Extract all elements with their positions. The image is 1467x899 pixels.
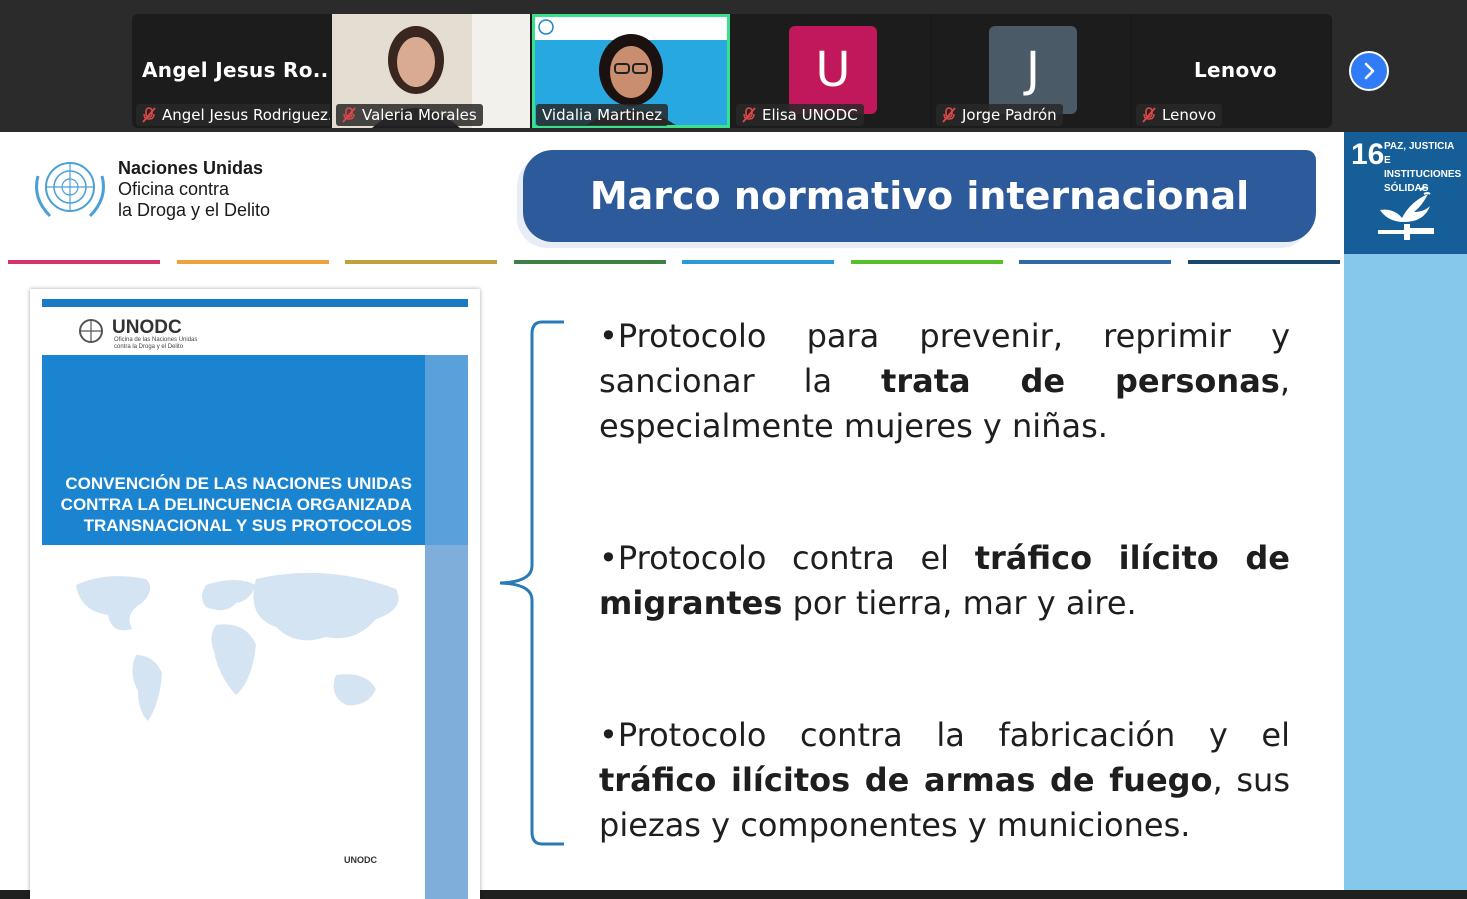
protocol-item: •Protocolo contra el tráfico ilícito de … xyxy=(599,536,1290,626)
org-name: Naciones Unidas Oficina contra la Droga … xyxy=(118,158,270,221)
participant-name: Lenovo xyxy=(1162,106,1217,124)
participant-tile-lenovo[interactable]: Lenovo Lenovo xyxy=(1132,14,1330,128)
participant-display-name: Angel Jesus Ro... xyxy=(142,58,330,82)
sdg-color-segment xyxy=(850,260,1003,264)
sdg-color-segment xyxy=(1187,260,1340,264)
book-brand: UNODC xyxy=(112,317,182,338)
book-footer-brand: UNODC xyxy=(344,855,377,865)
participant-label: Jorge Padrón xyxy=(936,104,1063,126)
participant-tile-vidalia[interactable]: Vidalia Martinez xyxy=(532,14,730,128)
book-brand-sub: Oficina de las Naciones Unidas contra la… xyxy=(114,337,197,351)
participant-tile-valeria[interactable]: Valeria Morales xyxy=(332,14,530,128)
book-brand-sub-1: Oficina de las Naciones Unidas xyxy=(114,337,198,343)
chevron-right-icon xyxy=(1364,62,1375,80)
slide-title: Marco normativo internacional xyxy=(589,174,1250,218)
un-emblem-icon xyxy=(79,319,103,343)
participant-label: Elisa UNODC xyxy=(736,104,864,126)
sdg-color-segment xyxy=(345,260,497,264)
participant-name: Elisa UNODC xyxy=(762,106,858,124)
sdg-color-segment xyxy=(682,260,834,264)
dove-gavel-icon xyxy=(1378,186,1434,240)
next-participants-button[interactable] xyxy=(1349,51,1389,91)
mic-muted-icon xyxy=(342,107,356,123)
avatar: J xyxy=(989,26,1077,114)
protocol-bold-text: tráfico ilícitos de armas de fuego xyxy=(599,761,1213,799)
avatar: U xyxy=(789,26,877,114)
book-brand-sub-2: contra la Droga y el Delito xyxy=(114,344,184,350)
participant-label: Lenovo xyxy=(1136,104,1223,126)
sdg-color-segment xyxy=(513,260,666,264)
slide-title-box: Marco normativo internacional xyxy=(523,150,1316,242)
sdg-side-bar xyxy=(1344,254,1467,890)
protocol-text: •Protocolo contra la fabricación y el xyxy=(599,716,1290,754)
book-title-line-3: TRANSNACIONAL Y SUS PROTOCOLOS xyxy=(83,516,412,535)
participant-name: Vidalia Martinez xyxy=(542,106,663,124)
world-map-icon xyxy=(76,572,399,721)
participant-name: Jorge Padrón xyxy=(962,106,1057,124)
participant-tile-elisa[interactable]: U Elisa UNODC xyxy=(732,14,930,128)
org-line-2: Oficina contra xyxy=(118,179,230,199)
un-emblem-icon xyxy=(35,162,105,218)
participant-name: Angel Jesus Rodriguez... xyxy=(162,106,330,124)
mic-muted-icon xyxy=(142,107,156,123)
sdg-label-line-2: E INSTITUCIONES xyxy=(1384,155,1462,180)
sdg-color-segment xyxy=(8,260,160,264)
protocol-text: por tierra, mar y aire. xyxy=(782,584,1137,622)
sdg-label-line-1: PAZ, JUSTICIA xyxy=(1384,141,1455,152)
book-title-line-2: CONTRA LA DELINCUENCIA ORGANIZADA xyxy=(60,495,412,514)
protocol-item: •Protocolo para prevenir, reprimir y san… xyxy=(599,314,1290,449)
mic-muted-icon xyxy=(742,107,756,123)
sdg-number: 16 xyxy=(1351,138,1385,171)
sdg-color-lines xyxy=(8,260,1340,264)
shared-slide: Naciones Unidas Oficina contra la Droga … xyxy=(0,132,1467,899)
participant-strip: Angel Jesus Ro... Angel Jesus Rodriguez.… xyxy=(132,14,1332,128)
participant-tile-jorge[interactable]: J Jorge Padrón xyxy=(932,14,1130,128)
protocol-text: •Protocolo contra el xyxy=(599,539,975,577)
curly-brace-icon xyxy=(499,320,564,846)
convention-book-cover: UNODC Oficina de las Naciones Unidas con… xyxy=(30,289,480,899)
mic-muted-icon xyxy=(1142,107,1156,123)
participant-label: Angel Jesus Rodriguez... xyxy=(136,104,330,126)
book-title: CONVENCIÓN DE LAS NACIONES UNIDAS CONTRA… xyxy=(52,473,412,536)
video-strip-bar: Angel Jesus Ro... Angel Jesus Rodriguez.… xyxy=(0,0,1467,132)
book-side-stripe-light xyxy=(425,545,468,899)
participant-label: Vidalia Martinez xyxy=(536,104,669,126)
book-title-line-1: CONVENCIÓN DE LAS NACIONES UNIDAS xyxy=(65,474,412,493)
mic-muted-icon xyxy=(942,107,956,123)
participant-tile-angel[interactable]: Angel Jesus Ro... Angel Jesus Rodriguez.… xyxy=(132,14,330,128)
participant-label: Valeria Morales xyxy=(336,104,483,126)
sdg-16-badge: 16 PAZ, JUSTICIA E INSTITUCIONES SÓLIDAS xyxy=(1344,132,1467,254)
protocol-item: •Protocolo contra la fabricación y el tr… xyxy=(599,713,1290,848)
participant-name: Valeria Morales xyxy=(362,106,477,124)
participant-display-name: Lenovo xyxy=(1194,58,1277,82)
protocol-bold-text: trata de personas xyxy=(881,362,1280,400)
org-line-1: Naciones Unidas xyxy=(118,158,264,178)
sdg-color-segment xyxy=(1019,260,1171,264)
org-line-3: la Droga y el Delito xyxy=(118,200,271,220)
book-top-line xyxy=(42,299,468,307)
sdg-color-segment xyxy=(176,260,329,264)
